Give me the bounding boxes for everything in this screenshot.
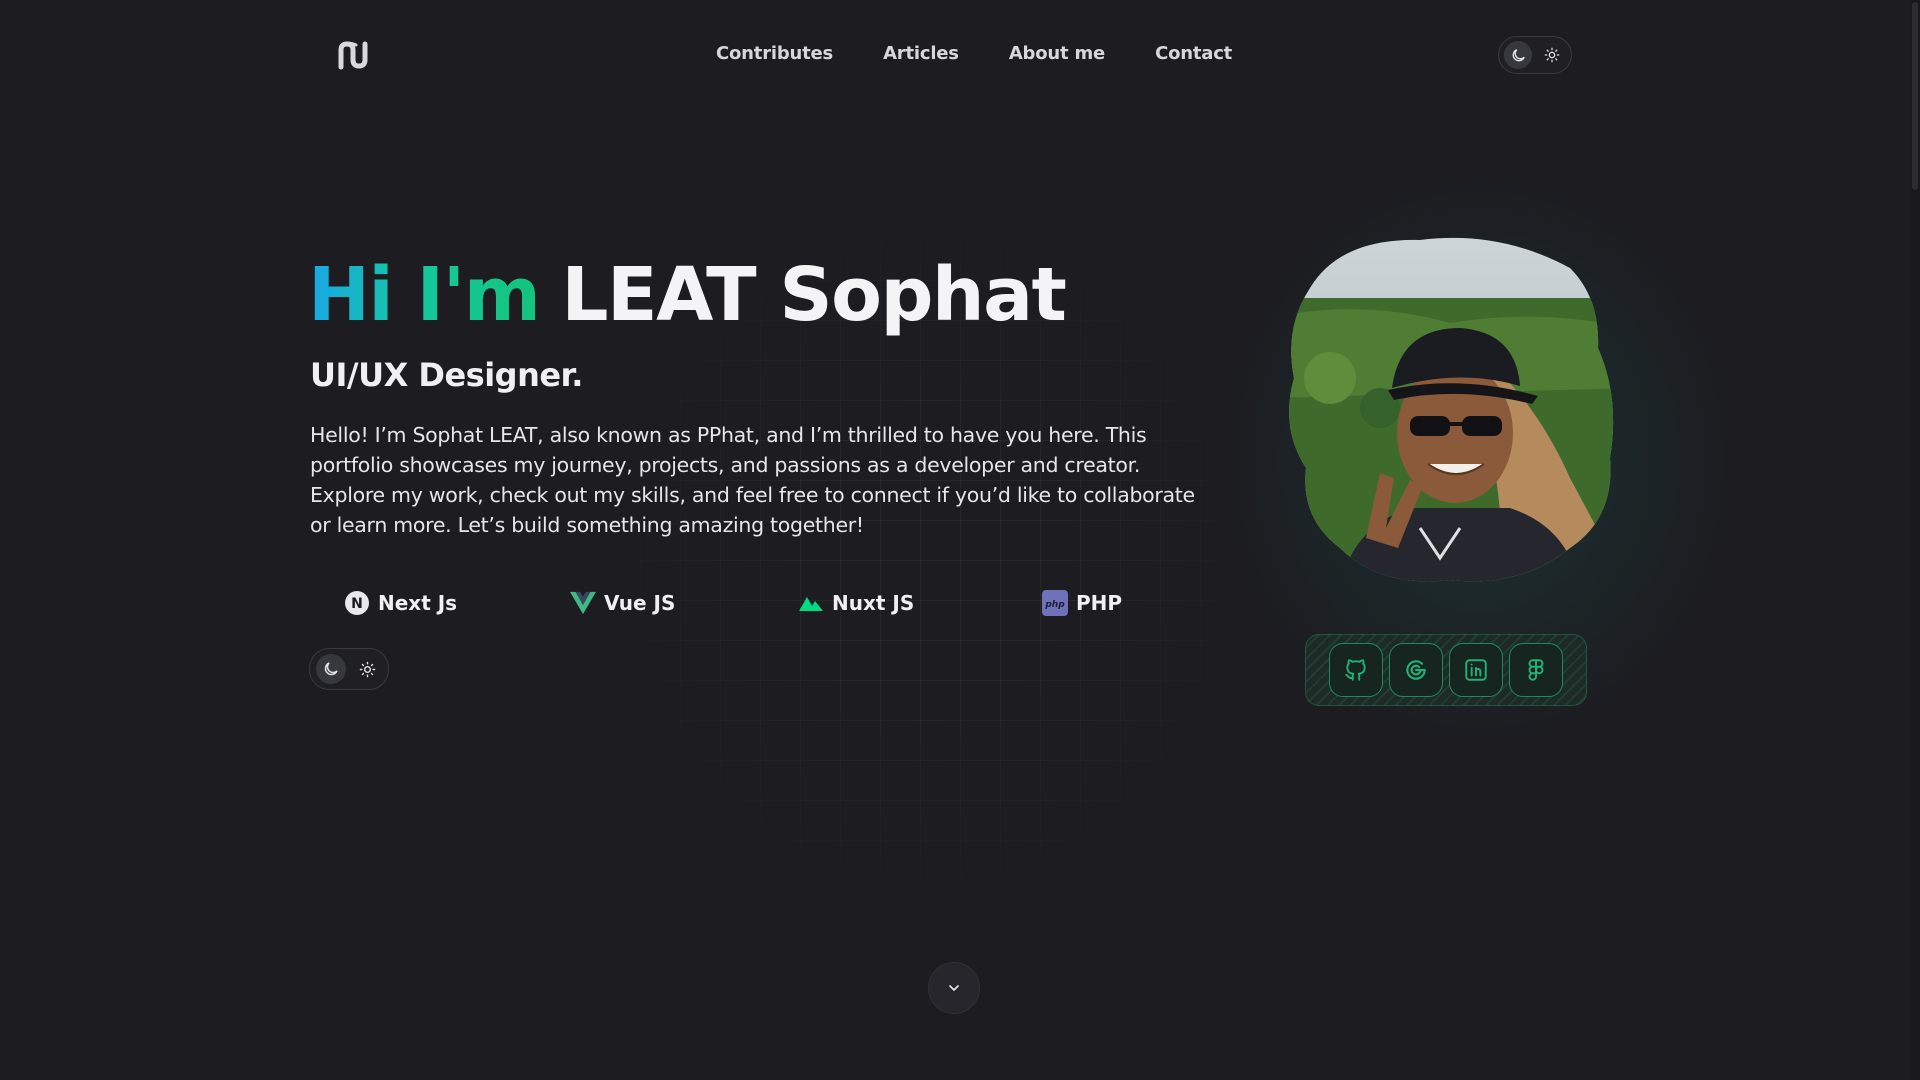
svg-text:php: php <box>1044 600 1065 610</box>
github-icon <box>1345 659 1366 681</box>
hero-intro: Hello! I’m Sophat LEAT, also known as PP… <box>310 423 1195 537</box>
main-nav: Contributes Articles About me Contact <box>716 43 1232 64</box>
moon-icon <box>324 662 338 676</box>
vuejs-icon <box>570 590 596 616</box>
profile-photo <box>1289 237 1614 582</box>
sun-icon <box>359 661 375 677</box>
tech-item-php: php PHP <box>1042 590 1122 616</box>
scrollbar[interactable] <box>1910 0 1920 1080</box>
linkedin-link[interactable] <box>1449 643 1503 697</box>
tech-item-nuxtjs: Nuxt JS <box>798 590 914 616</box>
google-icon <box>1406 660 1426 680</box>
hero-greeting: Hi I'm <box>308 252 541 338</box>
dark-mode-button[interactable] <box>1504 41 1532 69</box>
tech-label: Next Js <box>378 591 458 615</box>
github-link[interactable] <box>1329 643 1383 697</box>
php-icon: php <box>1042 590 1068 616</box>
hero-role: UI/UX Designer. <box>310 356 583 394</box>
tech-item-vuejs: Vue JS <box>570 590 675 616</box>
nav-contact[interactable]: Contact <box>1155 43 1232 64</box>
light-mode-button[interactable] <box>1538 41 1566 69</box>
figma-link[interactable] <box>1509 643 1563 697</box>
nav-about-me[interactable]: About me <box>1009 43 1105 64</box>
light-mode-button[interactable] <box>352 654 382 684</box>
dark-mode-button[interactable] <box>316 654 346 684</box>
logo[interactable] <box>338 40 372 70</box>
tech-label: PHP <box>1076 591 1123 615</box>
hero-title: Hi I'm LEAT Sophat <box>308 252 1067 338</box>
theme-toggle-inline <box>309 648 389 690</box>
google-link[interactable] <box>1389 643 1443 697</box>
hero-name: LEAT Sophat <box>561 252 1067 338</box>
chevron-down-icon <box>949 985 959 991</box>
linkedin-icon <box>1465 659 1487 681</box>
sun-icon <box>1544 47 1560 63</box>
tech-item-nextjs: N Next Js <box>344 590 457 616</box>
svg-text:N: N <box>351 596 363 612</box>
scrollbar-thumb[interactable] <box>1912 2 1918 190</box>
theme-toggle <box>1498 36 1572 74</box>
figma-icon <box>1528 659 1544 681</box>
tech-label: Nuxt JS <box>832 591 915 615</box>
nav-articles[interactable]: Articles <box>883 43 959 64</box>
nextjs-icon: N <box>344 590 370 616</box>
nav-contributes[interactable]: Contributes <box>716 43 833 64</box>
moon-icon <box>1512 48 1525 61</box>
social-links <box>1305 634 1587 706</box>
scroll-down-button[interactable] <box>928 962 980 1014</box>
tech-label: Vue JS <box>604 591 676 615</box>
nuxtjs-icon <box>798 590 824 616</box>
